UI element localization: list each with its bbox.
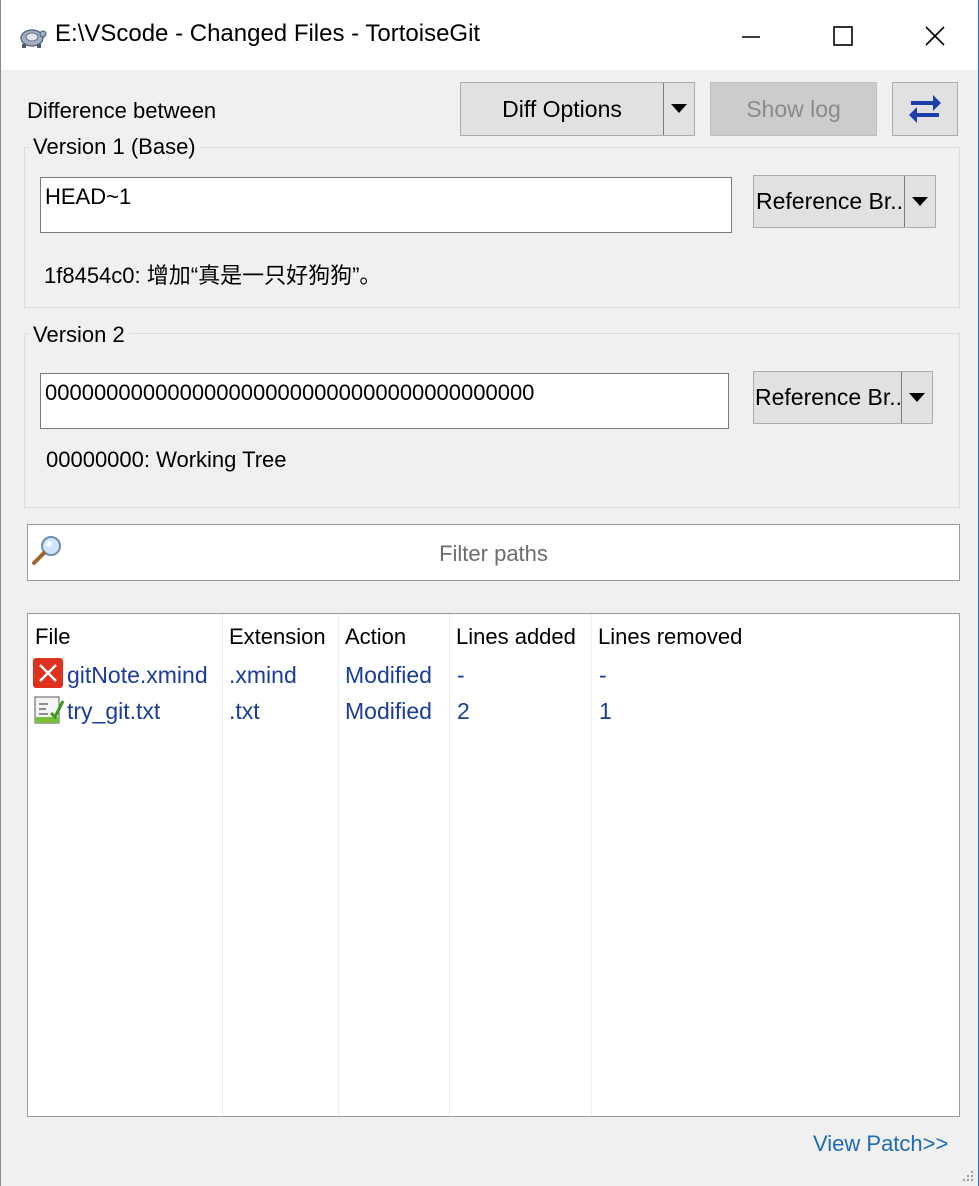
filter-paths-input[interactable]: Filter paths: [27, 524, 960, 581]
column-header-action[interactable]: Action: [345, 624, 406, 650]
changed-files-window: E:\VScode - Changed Files - TortoiseGit …: [0, 0, 979, 1186]
column-header-extension[interactable]: Extension: [229, 624, 326, 650]
version1-group-title: Version 1 (Base): [29, 134, 200, 160]
version2-input[interactable]: 0000000000000000000000000000000000000000: [40, 373, 729, 429]
chevron-down-icon: [671, 104, 687, 113]
text-file-icon: [34, 696, 64, 724]
column-divider[interactable]: [591, 614, 592, 1116]
column-divider[interactable]: [449, 614, 450, 1116]
extension-cell: .xmind: [229, 662, 297, 688]
file-name-cell: gitNote.xmind: [67, 662, 208, 688]
title-bar[interactable]: E:\VScode - Changed Files - TortoiseGit: [1, 0, 978, 70]
diff-options-dropdown[interactable]: [663, 83, 694, 135]
version2-reference-dropdown[interactable]: [901, 372, 932, 423]
column-header-lines-added[interactable]: Lines added: [456, 624, 576, 650]
changed-files-list[interactable]: File Extension Action Lines added Lines …: [27, 613, 960, 1117]
resize-grip-icon[interactable]: [960, 1168, 974, 1182]
version1-input[interactable]: HEAD~1: [40, 177, 732, 233]
action-cell: Modified: [345, 698, 432, 724]
lines-removed-cell: 1: [599, 698, 612, 724]
difference-between-label: Difference between: [27, 98, 217, 123]
maximize-icon: [833, 26, 853, 46]
swap-versions-button[interactable]: [892, 82, 958, 136]
chevron-down-icon: [912, 196, 928, 206]
version2-commit-info: 00000000: Working Tree: [46, 447, 287, 472]
show-log-button[interactable]: Show log: [710, 82, 877, 136]
version2-reference-label: Reference Br...: [755, 384, 901, 410]
diff-options-label: Diff Options: [502, 95, 622, 122]
minimize-button[interactable]: [721, 12, 781, 60]
view-patch-link[interactable]: View Patch>>: [813, 1131, 948, 1157]
chevron-down-icon: [909, 392, 925, 402]
filter-paths-placeholder: Filter paths: [439, 541, 548, 566]
version2-group-title: Version 2: [29, 322, 129, 348]
maximize-button[interactable]: [813, 12, 873, 60]
close-icon: [925, 26, 945, 46]
version1-reference-dropdown[interactable]: [904, 176, 935, 227]
window-title: E:\VScode - Changed Files - TortoiseGit: [55, 20, 481, 47]
extension-cell: .txt: [229, 698, 260, 724]
tortoisegit-app-icon: [20, 29, 47, 48]
action-cell: Modified: [345, 662, 432, 688]
file-name-cell: try_git.txt: [67, 698, 161, 724]
swap-arrows-icon: [909, 95, 941, 123]
lines-added-cell: 2: [457, 698, 470, 724]
lines-added-cell: -: [457, 662, 465, 688]
minimize-icon: [742, 36, 760, 38]
column-divider[interactable]: [338, 614, 339, 1116]
version2-reference-button[interactable]: Reference Br...: [753, 371, 933, 424]
lines-removed-cell: -: [599, 662, 607, 688]
diff-options-button[interactable]: Diff Options: [460, 82, 695, 136]
version1-reference-button[interactable]: Reference Br...: [753, 175, 936, 228]
version1-commit-info: 1f8454c0: 增加“真是一只好狗狗”。: [44, 263, 382, 288]
close-button[interactable]: [905, 12, 965, 60]
version1-reference-label: Reference Br...: [756, 188, 904, 214]
column-header-file[interactable]: File: [35, 624, 70, 650]
show-log-label: Show log: [746, 95, 841, 122]
xmind-file-icon: [33, 658, 63, 688]
column-divider[interactable]: [222, 614, 223, 1116]
column-header-lines-removed[interactable]: Lines removed: [598, 624, 742, 650]
